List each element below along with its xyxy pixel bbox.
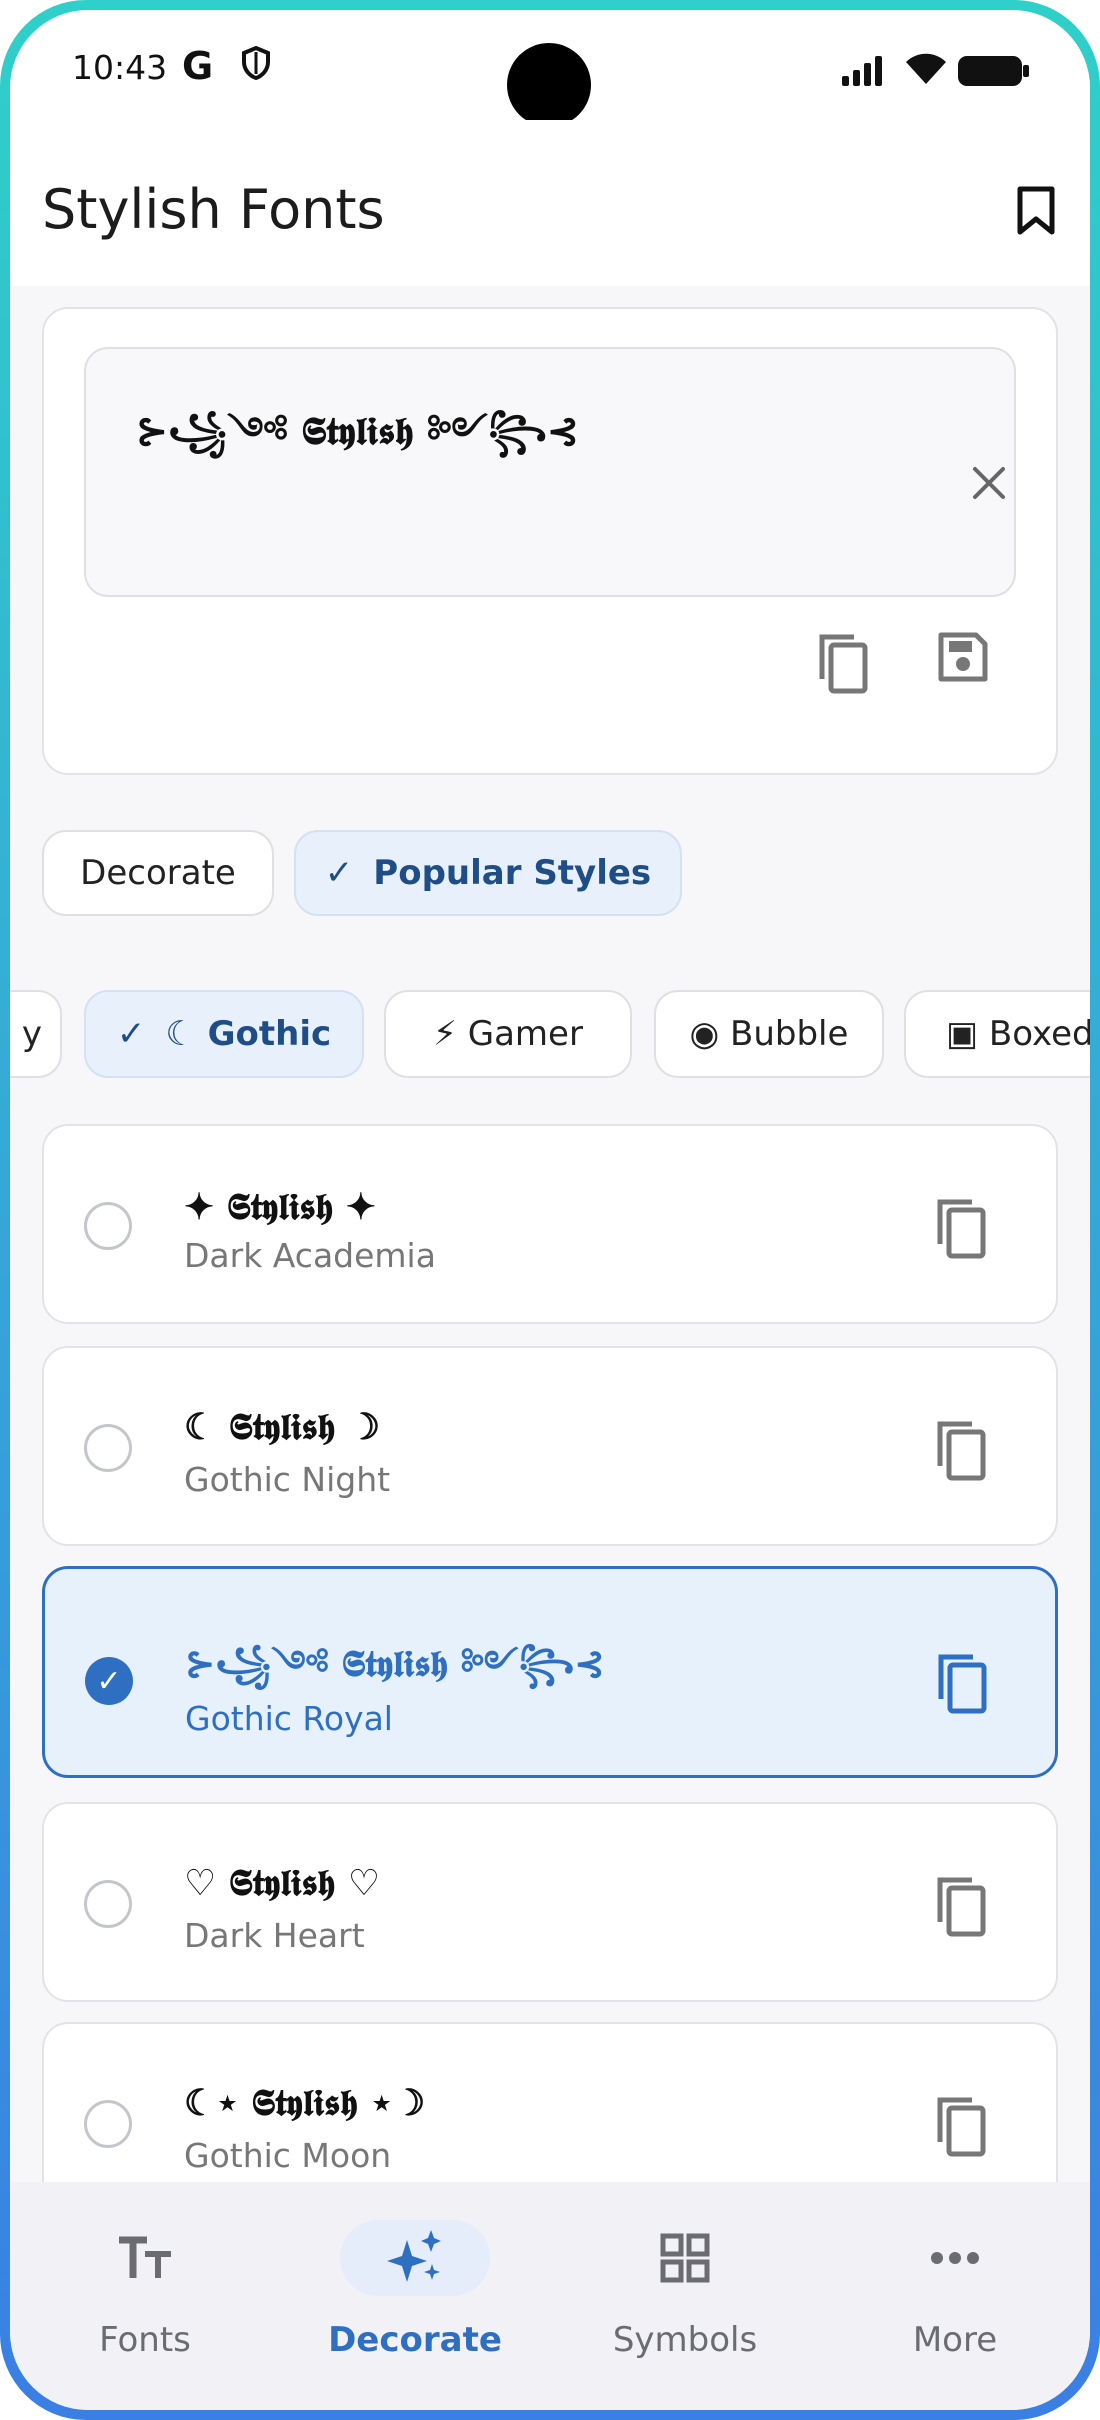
category-boxed-label: ▣ Boxed bbox=[946, 1014, 1090, 1054]
nav-fonts[interactable]: Fonts bbox=[10, 2182, 280, 2410]
bottom-navigation: Fonts Decorate Symbols More bbox=[10, 2182, 1090, 2410]
copy-icon[interactable] bbox=[932, 1196, 988, 1260]
category-chip-gothic[interactable]: ✓ ☾ Gothic bbox=[84, 990, 364, 1078]
signal-icon bbox=[842, 56, 882, 86]
mode-decorate[interactable]: Decorate bbox=[42, 830, 274, 916]
category-chip-previous[interactable]: y bbox=[10, 990, 62, 1078]
style-name: Gothic Moon bbox=[184, 2136, 392, 2175]
bookmark-icon[interactable] bbox=[1016, 186, 1056, 236]
style-name: Dark Heart bbox=[184, 1916, 365, 1955]
category-gamer-label: ⚡ Gamer bbox=[433, 1014, 583, 1054]
radio-button[interactable] bbox=[84, 1424, 132, 1472]
text-input[interactable]: ⊱꧁༺ 𝕾𝖙𝖞𝖑𝖎𝖘𝖍 ༻꧂⊰ bbox=[84, 347, 1016, 597]
radio-button[interactable] bbox=[84, 2100, 132, 2148]
style-row-dark-heart[interactable]: ♡ 𝕾𝖙𝖞𝖑𝖎𝖘𝖍 ♡ Dark Heart bbox=[42, 1802, 1058, 2002]
battery-icon bbox=[958, 56, 1029, 86]
radio-button[interactable] bbox=[84, 1202, 132, 1250]
page-title: Stylish Fonts bbox=[42, 178, 385, 241]
style-preview: ☾⋆ 𝕾𝖙𝖞𝖑𝖎𝖘𝖍 ⋆☽ bbox=[184, 2082, 426, 2124]
close-icon bbox=[973, 467, 1005, 499]
text-format-icon bbox=[70, 2220, 220, 2296]
style-row-dark-academia[interactable]: ✦ 𝕾𝖙𝖞𝖑𝖎𝖘𝖍 ✦ Dark Academia bbox=[42, 1124, 1058, 1324]
front-camera bbox=[507, 43, 591, 127]
google-icon: G bbox=[182, 44, 214, 88]
nav-symbols[interactable]: Symbols bbox=[550, 2182, 820, 2410]
category-previous-label: y bbox=[21, 1014, 42, 1054]
nav-symbols-label: Symbols bbox=[612, 2320, 758, 2360]
grid-icon bbox=[610, 2220, 760, 2296]
nav-more[interactable]: More bbox=[820, 2182, 1090, 2410]
category-bubble-label: ◉ Bubble bbox=[689, 1014, 849, 1054]
input-text[interactable]: ⊱꧁༺ 𝕾𝖙𝖞𝖑𝖎𝖘𝖍 ༻꧂⊰ bbox=[136, 389, 579, 496]
copy-icon[interactable] bbox=[814, 631, 870, 695]
style-name: Gothic Night bbox=[184, 1460, 391, 1499]
editor-card: ⊱꧁༺ 𝕾𝖙𝖞𝖑𝖎𝖘𝖍 ༻꧂⊰ bbox=[42, 307, 1058, 775]
check-icon: ✓ bbox=[116, 1014, 146, 1054]
copy-icon[interactable] bbox=[932, 2094, 988, 2158]
wifi-icon bbox=[906, 53, 946, 84]
category-chip-bubble[interactable]: ◉ Bubble bbox=[654, 990, 884, 1078]
nav-fonts-label: Fonts bbox=[99, 2320, 191, 2360]
style-row-gothic-royal[interactable]: ✓ ⊱꧁༺ 𝕾𝖙𝖞𝖑𝖎𝖘𝖍 ༻꧂⊰ Gothic Royal bbox=[42, 1566, 1058, 1778]
style-preview: ☾ 𝕾𝖙𝖞𝖑𝖎𝖘𝖍 ☽ bbox=[184, 1406, 381, 1448]
copy-icon[interactable] bbox=[932, 1418, 988, 1482]
style-preview: ♡ 𝕾𝖙𝖞𝖑𝖎𝖘𝖍 ♡ bbox=[184, 1862, 381, 1904]
mode-popular-styles[interactable]: ✓ Popular Styles bbox=[294, 830, 682, 916]
copy-icon[interactable] bbox=[932, 1874, 988, 1938]
screen: 10:43 G Stylish Fonts ⊱꧁༺ 𝕾𝖙𝖞𝖑𝖎𝖘𝖍 ༻꧂⊰ De… bbox=[10, 10, 1090, 2410]
style-row-gothic-night[interactable]: ☾ 𝕾𝖙𝖞𝖑𝖎𝖘𝖍 ☽ Gothic Night bbox=[42, 1346, 1058, 1546]
radio-checked-icon[interactable]: ✓ bbox=[85, 1657, 133, 1705]
copy-icon[interactable] bbox=[933, 1651, 989, 1715]
category-gothic-label: ☾ Gothic bbox=[165, 1014, 332, 1054]
nav-more-label: More bbox=[912, 2320, 998, 2360]
category-chip-boxed[interactable]: ▣ Boxed bbox=[904, 990, 1090, 1078]
nav-decorate[interactable]: Decorate bbox=[280, 2182, 550, 2410]
style-name: Gothic Royal bbox=[185, 1699, 393, 1738]
mode-popular-label: Popular Styles bbox=[373, 853, 652, 893]
style-name: Dark Academia bbox=[184, 1236, 436, 1275]
shield-icon bbox=[242, 46, 270, 80]
sparkle-icon bbox=[340, 2220, 490, 2296]
device-frame: 10:43 G Stylish Fonts ⊱꧁༺ 𝕾𝖙𝖞𝖑𝖎𝖘𝖍 ༻꧂⊰ De… bbox=[0, 0, 1100, 2420]
nav-decorate-label: Decorate bbox=[328, 2320, 502, 2360]
clear-button[interactable] bbox=[959, 453, 1019, 513]
status-time: 10:43 bbox=[72, 48, 168, 87]
style-preview: ✦ 𝕾𝖙𝖞𝖑𝖎𝖘𝖍 ✦ bbox=[184, 1186, 376, 1228]
mode-decorate-label: Decorate bbox=[80, 853, 236, 893]
radio-button[interactable] bbox=[84, 1880, 132, 1928]
category-chip-gamer[interactable]: ⚡ Gamer bbox=[384, 990, 632, 1078]
app-bar: Stylish Fonts bbox=[10, 120, 1090, 286]
status-bar: 10:43 G bbox=[10, 10, 1090, 127]
more-dots-icon bbox=[880, 2220, 1030, 2296]
check-icon: ✓ bbox=[324, 853, 354, 893]
save-icon[interactable] bbox=[938, 632, 988, 682]
